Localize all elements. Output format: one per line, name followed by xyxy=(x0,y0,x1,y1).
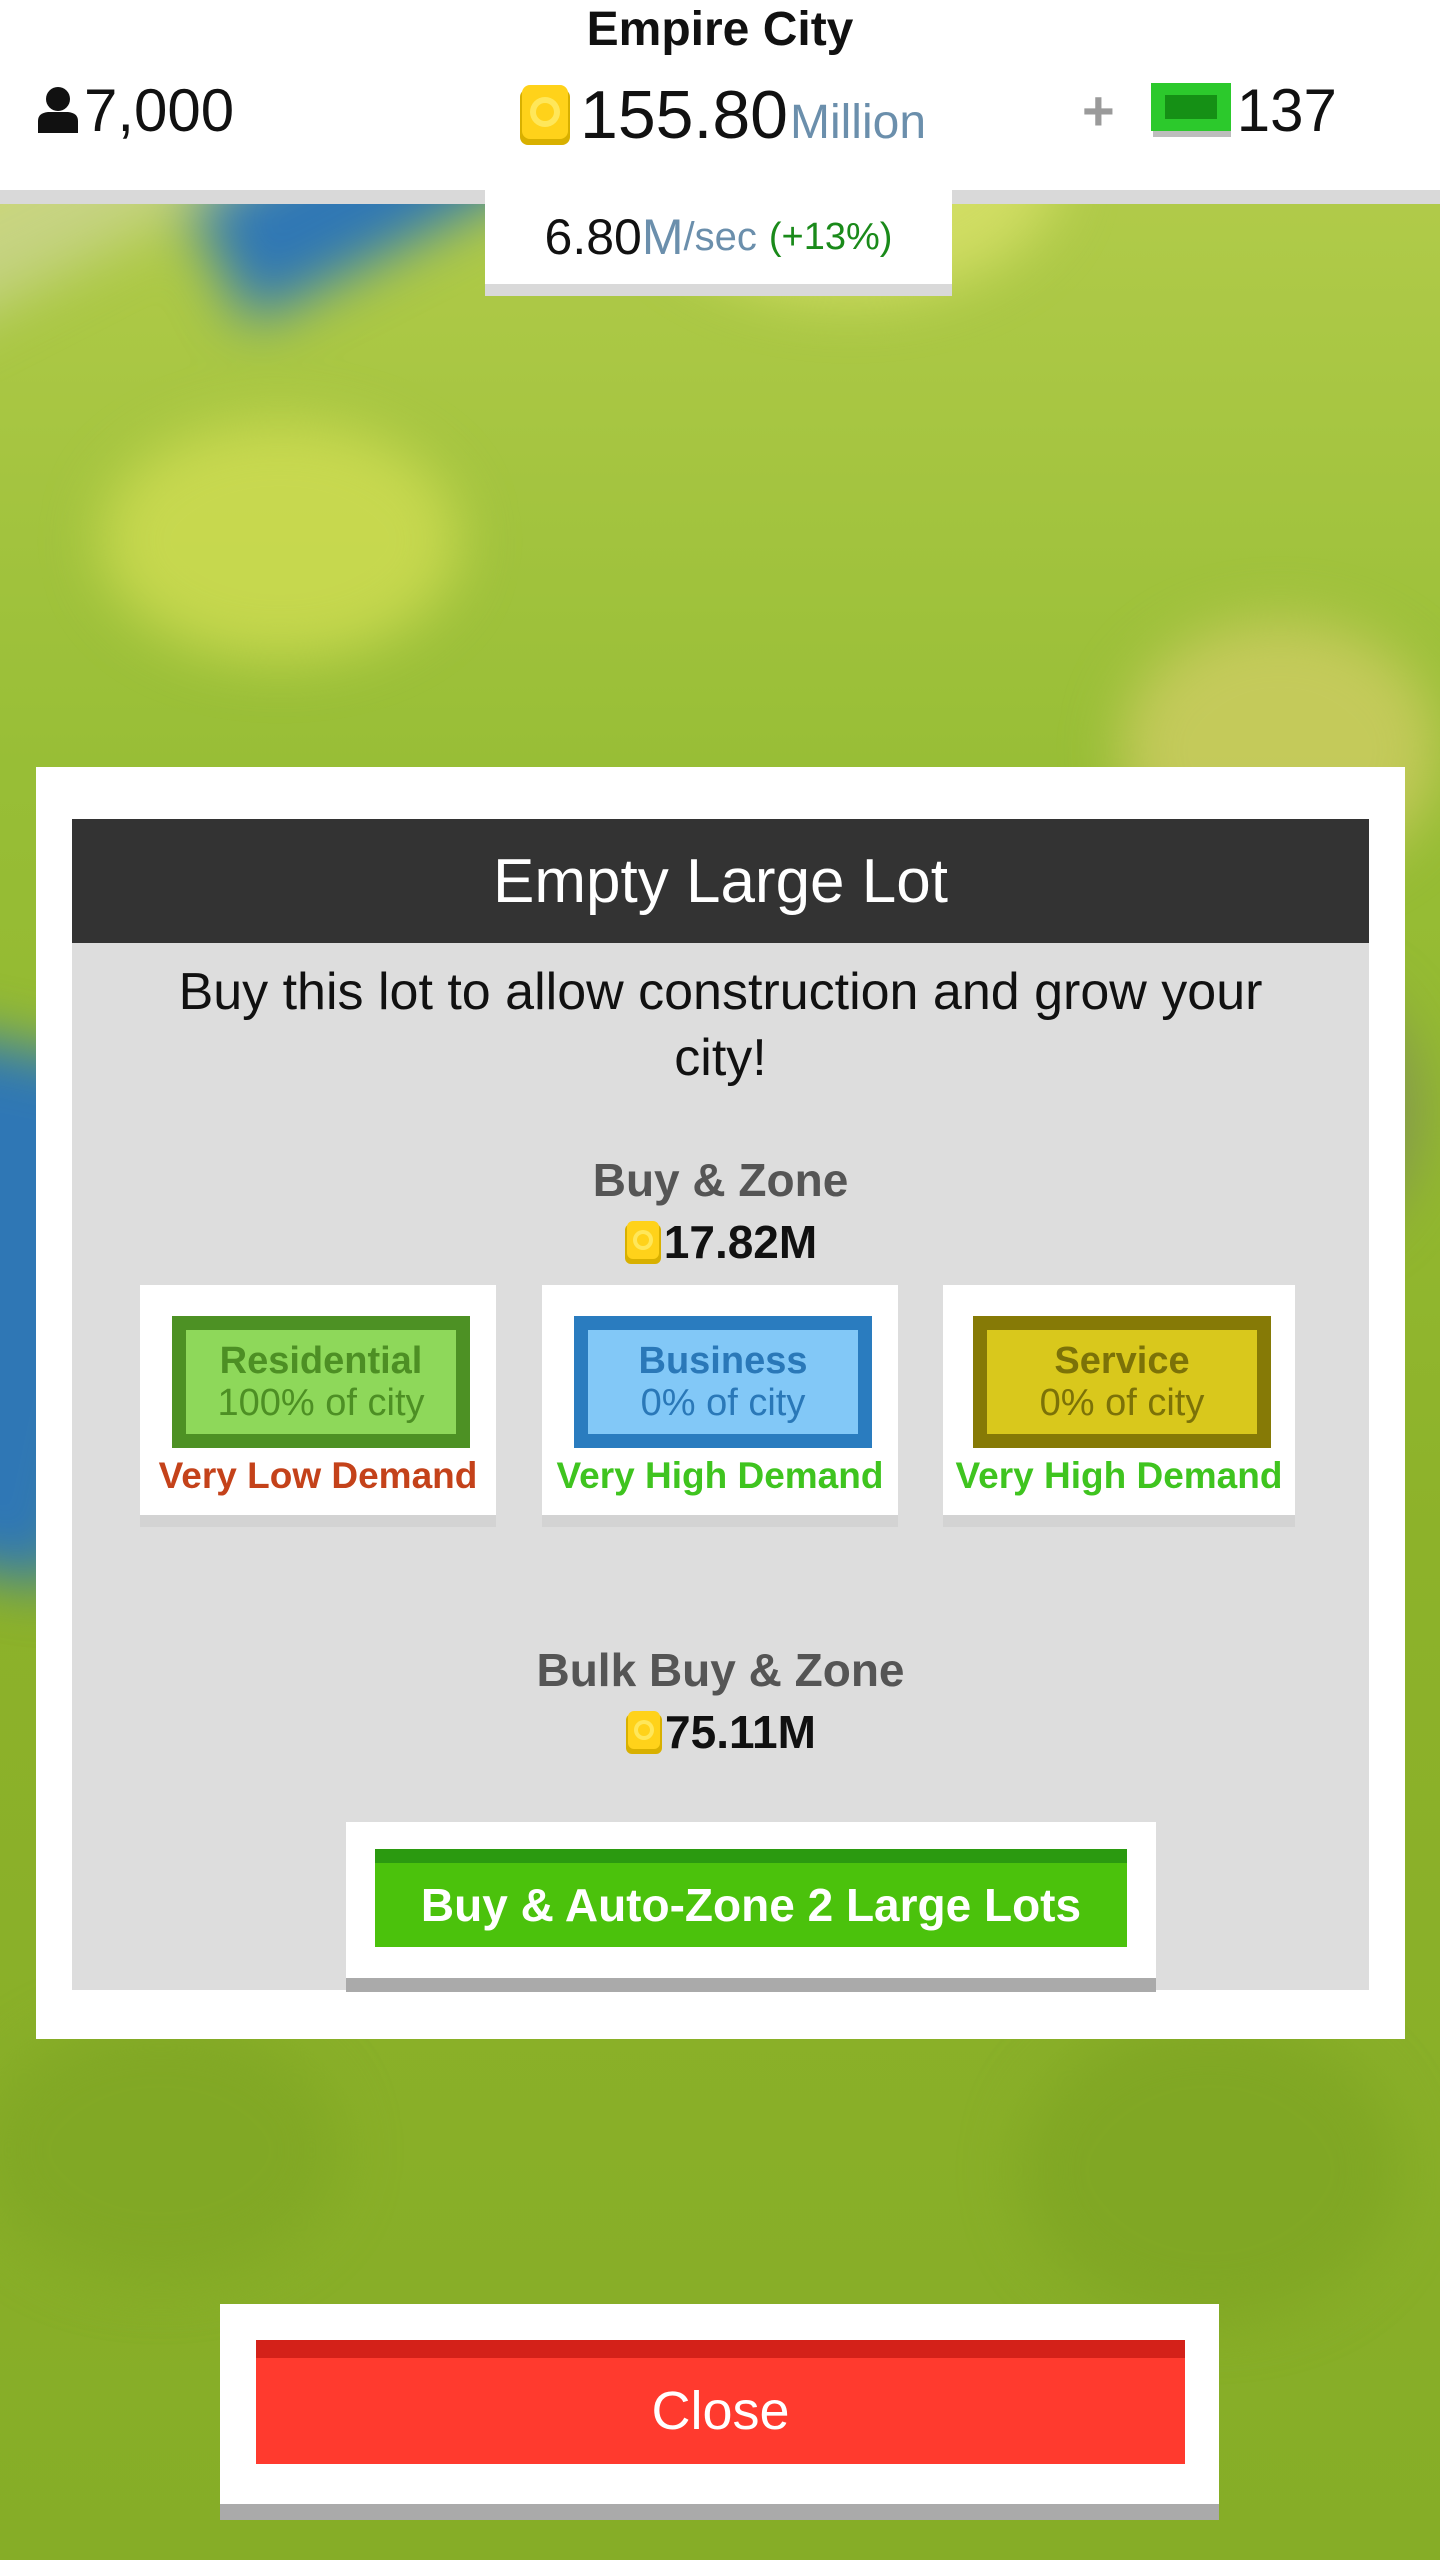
money-value: 155.80 xyxy=(580,77,788,153)
zone-share: 0% of city xyxy=(640,1382,806,1424)
income-unit: M xyxy=(641,209,684,265)
bulk-buy-card: Buy & Auto-Zone 2 Large Lots xyxy=(346,1822,1156,1992)
buy-zone-label: Buy & Zone xyxy=(592,1154,849,1206)
add-cash-button[interactable]: + xyxy=(1082,78,1115,143)
residential-zone-tile: Residential 100% of city xyxy=(172,1316,470,1448)
buy-zone-price: 17.82M xyxy=(72,1215,1369,1269)
bulk-buy-button[interactable]: Buy & Auto-Zone 2 Large Lots xyxy=(375,1849,1127,1947)
residential-zone-button[interactable]: Residential 100% of city Very Low Demand xyxy=(140,1285,496,1527)
zone-name: Service xyxy=(1054,1340,1190,1382)
zone-name: Business xyxy=(638,1340,808,1382)
zone-name: Residential xyxy=(219,1340,423,1382)
population-value: 7,000 xyxy=(84,76,235,144)
bulk-buy-label: Bulk Buy & Zone xyxy=(536,1644,905,1696)
dialog-title: Empty Large Lot xyxy=(493,846,948,916)
business-zone-tile: Business 0% of city xyxy=(574,1316,872,1448)
buy-zone-price-value: 17.82M xyxy=(663,1216,818,1268)
city-name: Empire City xyxy=(586,3,854,56)
cash-counter: + 137 xyxy=(1082,70,1337,150)
population-counter: 7,000 xyxy=(36,70,234,150)
business-zone-button[interactable]: Business 0% of city Very High Demand xyxy=(542,1285,898,1527)
zone-share: 0% of city xyxy=(1039,1382,1205,1424)
income-bonus: (+13%) xyxy=(768,215,893,258)
money-unit: Million xyxy=(789,95,927,149)
lot-dialog-body: Empty Large Lot Buy this lot to allow co… xyxy=(72,819,1369,1992)
bulk-buy-price-value: 75.11M xyxy=(665,1706,816,1758)
dialog-description: Buy this lot to allow construction and g… xyxy=(178,963,1263,1087)
person-icon xyxy=(38,87,78,133)
bulk-buy-price: 75.11M xyxy=(72,1705,1369,1759)
zone-demand: Very High Demand xyxy=(556,1455,884,1496)
money-counter: 155.80 Million xyxy=(518,70,926,160)
coin-icon xyxy=(626,1711,663,1754)
coin-icon xyxy=(624,1221,661,1264)
service-zone-tile: Service 0% of city xyxy=(973,1316,1271,1448)
zone-demand: Very High Demand xyxy=(955,1455,1283,1496)
lot-dialog: Empty Large Lot Buy this lot to allow co… xyxy=(36,767,1405,2039)
zone-share: 100% of city xyxy=(217,1382,425,1424)
top-status-bar: Empire City 7,000 155.80 Million + 137 xyxy=(0,0,1440,204)
cash-icon xyxy=(1150,83,1231,137)
income-rate-tab: 6.80 M /sec (+13%) xyxy=(485,190,952,296)
service-zone-button[interactable]: Service 0% of city Very High Demand xyxy=(943,1285,1295,1527)
cash-value: 137 xyxy=(1236,76,1337,144)
close-button[interactable]: Close xyxy=(256,2340,1185,2464)
dialog-header: Empty Large Lot xyxy=(72,819,1369,943)
close-card: Close xyxy=(220,2304,1219,2520)
income-per-second: /sec xyxy=(683,214,757,259)
zone-demand: Very Low Demand xyxy=(158,1455,478,1496)
coin-icon xyxy=(520,85,570,145)
income-value: 6.80 xyxy=(544,209,642,265)
